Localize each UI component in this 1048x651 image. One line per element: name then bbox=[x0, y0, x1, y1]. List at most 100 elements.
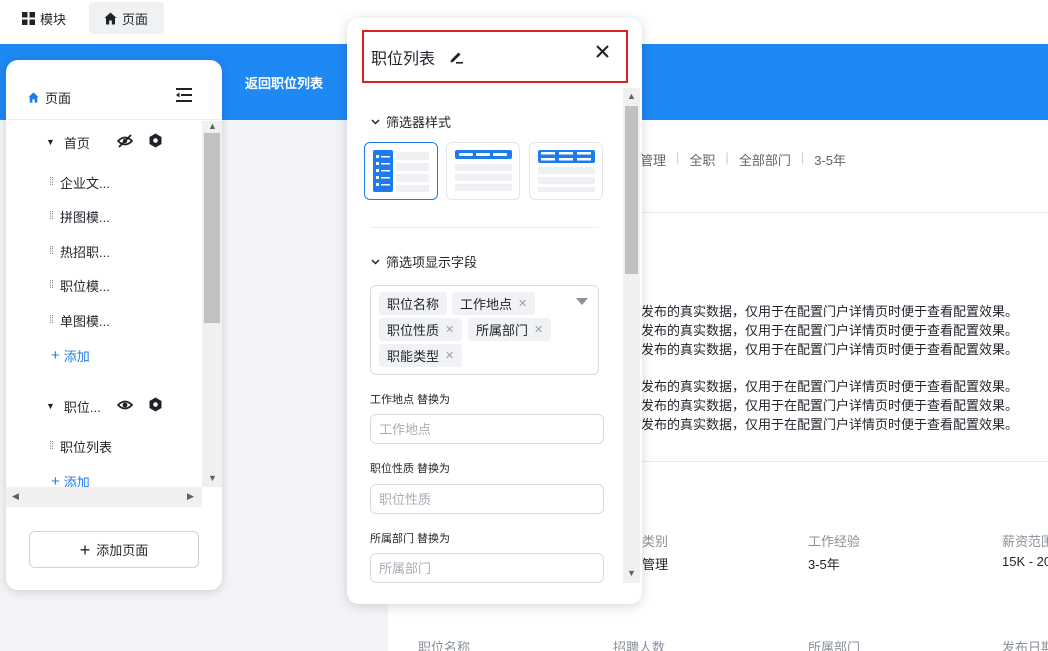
caret-down-icon[interactable]: ▼ bbox=[46, 137, 55, 147]
tree-item[interactable]: ⁞⁞ 职位模... bbox=[42, 273, 110, 297]
modules-tab[interactable]: 模块 bbox=[7, 2, 77, 34]
content-divider bbox=[640, 212, 1048, 213]
replace-field-label: 所属部门 替换为 bbox=[370, 533, 451, 545]
info-value: 15K - 20K bbox=[1002, 554, 1048, 569]
collapse-panel-icon[interactable] bbox=[176, 88, 192, 102]
scrollbar-thumb[interactable] bbox=[625, 106, 638, 274]
field-tag: 所属部门 ✕ bbox=[468, 318, 552, 341]
chevron-down-icon bbox=[371, 118, 380, 125]
settings-hex-icon[interactable] bbox=[148, 133, 163, 148]
filter-style-option-stacked[interactable] bbox=[529, 142, 603, 200]
scroll-up-arrow-icon[interactable]: ▲ bbox=[627, 91, 636, 101]
edit-pencil-icon[interactable] bbox=[449, 50, 464, 64]
field-tag-label: 职能类型 bbox=[387, 349, 440, 364]
tree-group-label: 职位... bbox=[63, 399, 101, 415]
field-tag: 职位名称 bbox=[379, 292, 448, 315]
layout-sidebar-icon bbox=[373, 150, 429, 192]
chevron-down-icon bbox=[371, 258, 380, 265]
replace-field-label: 职位性质 替换为 bbox=[370, 463, 451, 475]
content-divider bbox=[640, 461, 1048, 462]
drag-handle-icon[interactable]: ⁞⁞ bbox=[42, 440, 60, 452]
scroll-down-arrow-icon[interactable]: ▼ bbox=[627, 568, 636, 578]
description-line: 发布的真实数据，仅用于在配置门户详情页时便于查看配置效果。 bbox=[641, 304, 1019, 319]
meta-separator: | bbox=[676, 150, 680, 165]
close-icon[interactable] bbox=[596, 45, 609, 58]
remove-tag-icon[interactable]: ✕ bbox=[445, 323, 454, 336]
filter-style-option-sidebar[interactable] bbox=[364, 142, 438, 200]
drag-handle-icon[interactable]: ⁞⁞ bbox=[42, 279, 60, 291]
work-location-replace-input[interactable] bbox=[370, 414, 604, 444]
info-label: 类别 bbox=[642, 534, 669, 549]
drag-handle-icon[interactable]: ⁞⁞ bbox=[42, 210, 60, 222]
description-line: 发布的真实数据，仅用于在配置门户详情页时便于查看配置效果。 bbox=[641, 323, 1019, 338]
home-icon bbox=[28, 92, 39, 103]
tree-group-home[interactable]: ▼ 首页 bbox=[46, 130, 90, 154]
field-tag: 职位性质 ✕ bbox=[379, 318, 463, 341]
scroll-left-arrow-icon[interactable]: ◀ bbox=[12, 491, 19, 502]
back-to-job-list-link[interactable]: 返回职位列表 bbox=[245, 73, 323, 92]
page-tree-title-label: 页面 bbox=[45, 91, 72, 106]
scrollbar-thumb[interactable] bbox=[204, 133, 220, 323]
department-replace-input[interactable] bbox=[370, 553, 604, 583]
description-line: 发布的真实数据，仅用于在配置门户详情页时便于查看配置效果。 bbox=[641, 379, 1019, 394]
add-page-label: 添加页面 bbox=[96, 543, 149, 558]
tree-item[interactable]: ⁞⁞ 职位列表 bbox=[42, 434, 112, 458]
remove-tag-icon[interactable]: ✕ bbox=[534, 323, 543, 336]
scroll-down-arrow-icon[interactable]: ▼ bbox=[208, 473, 217, 483]
field-tag: 工作地点 ✕ bbox=[452, 292, 536, 315]
section-divider bbox=[370, 227, 599, 228]
add-module-link[interactable]: + 添加 bbox=[51, 469, 90, 488]
scroll-up-arrow-icon[interactable]: ▲ bbox=[208, 121, 217, 131]
filter-style-option-top-bar[interactable] bbox=[446, 142, 520, 200]
plus-icon: + bbox=[51, 472, 60, 488]
settings-vertical-scrollbar[interactable]: ▲ ▼ bbox=[623, 88, 640, 583]
section-title-label: 筛选器样式 bbox=[386, 115, 452, 130]
eye-off-icon[interactable] bbox=[117, 134, 133, 148]
dropdown-caret-icon[interactable] bbox=[576, 298, 588, 305]
tree-horizontal-scrollbar[interactable]: ◀ ▶ bbox=[6, 487, 202, 507]
description-line: 发布的真实数据，仅用于在配置门户详情页时便于查看配置效果。 bbox=[641, 417, 1019, 432]
field-tag-label: 所属部门 bbox=[476, 323, 529, 338]
drag-handle-icon[interactable]: ⁞⁞ bbox=[42, 245, 60, 257]
filter-style-section-header[interactable]: 筛选器样式 bbox=[371, 112, 451, 131]
caret-down-icon[interactable]: ▼ bbox=[46, 401, 55, 411]
modules-tab-label: 模块 bbox=[40, 11, 67, 27]
layout-stacked-icon bbox=[538, 150, 595, 192]
remove-tag-icon[interactable]: ✕ bbox=[518, 297, 527, 310]
tree-item[interactable]: ⁞⁞ 企业文... bbox=[42, 170, 110, 194]
plus-icon: + bbox=[79, 539, 91, 560]
tree-item[interactable]: ⁞⁞ 拼图模... bbox=[42, 204, 110, 228]
pages-tab[interactable]: 页面 bbox=[89, 2, 164, 34]
field-tag-label: 职位名称 bbox=[387, 297, 440, 312]
description-line: 发布的真实数据，仅用于在配置门户详情页时便于查看配置效果。 bbox=[641, 398, 1019, 413]
tree-item[interactable]: ⁞⁞ 单图模... bbox=[42, 308, 110, 332]
meta-separator: | bbox=[800, 150, 805, 165]
drag-handle-icon[interactable]: ⁞⁞ bbox=[42, 176, 60, 188]
meta-tag: 3-5年 bbox=[814, 153, 847, 168]
add-page-button[interactable]: + 添加页面 bbox=[29, 531, 199, 568]
table-header-cell: 职位名称 bbox=[418, 640, 471, 651]
add-module-link[interactable]: + 添加 bbox=[51, 343, 90, 367]
home-icon bbox=[104, 12, 117, 24]
tree-item[interactable]: ⁞⁞ 热招职... bbox=[42, 239, 110, 263]
job-type-replace-input[interactable] bbox=[370, 484, 604, 514]
remove-tag-icon[interactable]: ✕ bbox=[445, 349, 454, 362]
info-label: 工作经验 bbox=[808, 534, 861, 549]
filter-fields-section-header[interactable]: 筛选项显示字段 bbox=[371, 252, 477, 271]
table-header-cell: 所属部门 bbox=[808, 640, 861, 651]
meta-tag: 全部部门 bbox=[738, 153, 791, 168]
display-fields-multiselect[interactable]: 职位名称 工作地点 ✕ 职位性质 ✕ 所属部门 ✕ 职能类型 ✕ bbox=[370, 285, 599, 375]
page-tree-panel: 页面 ▼ 首页 ⁞⁞ 企业文... ⁞⁞ 拼图模... ⁞⁞ 热招职... ⁞⁞ 职位模… bbox=[6, 60, 222, 590]
module-settings-panel: 职位列表 筛选器样式 筛选项显示字段 职位名称 工作地点 ✕ 职位性质 ✕ 所属… bbox=[347, 18, 642, 604]
eye-icon[interactable] bbox=[117, 398, 133, 412]
meta-separator: | bbox=[725, 150, 729, 165]
tree-group-jobs[interactable]: ▼ 职位... bbox=[46, 394, 101, 418]
drag-handle-icon[interactable]: ⁞⁞ bbox=[42, 314, 60, 326]
job-meta-tags: 管理 | 全职 | 全部部门 | 3-5年 bbox=[640, 150, 846, 169]
section-title-label: 筛选项显示字段 bbox=[386, 255, 478, 270]
scroll-right-arrow-icon[interactable]: ▶ bbox=[187, 491, 194, 502]
tree-item-label: 单图模... bbox=[60, 313, 110, 329]
tree-vertical-scrollbar[interactable]: ▲ ▼ bbox=[202, 121, 222, 487]
settings-hex-icon[interactable] bbox=[148, 397, 163, 412]
field-tag-label: 职位性质 bbox=[387, 323, 440, 338]
